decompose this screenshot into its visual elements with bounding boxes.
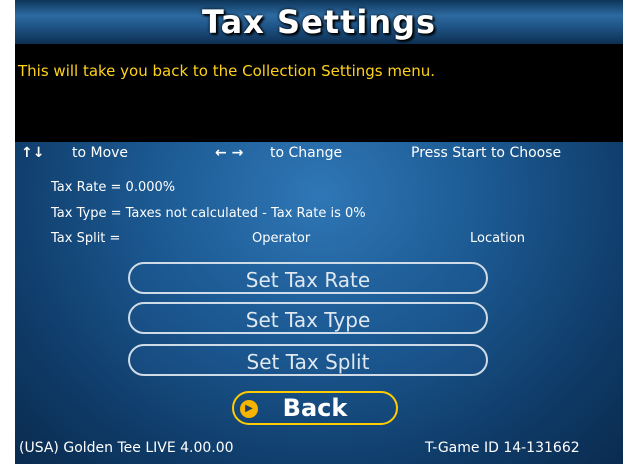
back-button[interactable]: ▶ Back xyxy=(232,391,398,425)
help-message: This will take you back to the Collectio… xyxy=(18,62,436,80)
change-hint: to Change xyxy=(270,145,343,161)
tax-rate-value: Tax Rate = 0.000% xyxy=(51,180,176,195)
up-down-arrow-icon: ↑↓ xyxy=(21,145,45,161)
message-box: This will take you back to the Collectio… xyxy=(15,44,623,142)
choose-hint: Press Start to Choose xyxy=(411,145,562,161)
play-arrow-icon: ▶ xyxy=(240,400,258,418)
back-label: Back xyxy=(282,394,348,422)
tax-split-location: Location xyxy=(470,231,525,246)
tax-split-operator: Operator xyxy=(252,231,311,246)
tax-split-label: Tax Split = xyxy=(51,231,121,246)
control-hints: ↑↓ to Move ← → to Change Press Start to … xyxy=(15,141,623,163)
game-id: T-Game ID 14-131662 xyxy=(425,440,580,456)
set-tax-rate-button[interactable]: Set Tax Rate xyxy=(128,262,488,294)
set-tax-split-button[interactable]: Set Tax Split xyxy=(128,344,488,376)
left-right-arrow-icon: ← → xyxy=(215,145,244,161)
screen: Tax Settings This will take you back to … xyxy=(15,0,623,464)
page-title: Tax Settings xyxy=(201,3,437,41)
tax-type-value: Tax Type = Taxes not calculated - Tax Ra… xyxy=(51,206,366,221)
set-tax-type-button[interactable]: Set Tax Type xyxy=(128,302,488,334)
move-hint: to Move xyxy=(72,145,129,161)
version-info: (USA) Golden Tee LIVE 4.00.00 xyxy=(19,440,234,456)
title-bar: Tax Settings xyxy=(15,0,623,44)
